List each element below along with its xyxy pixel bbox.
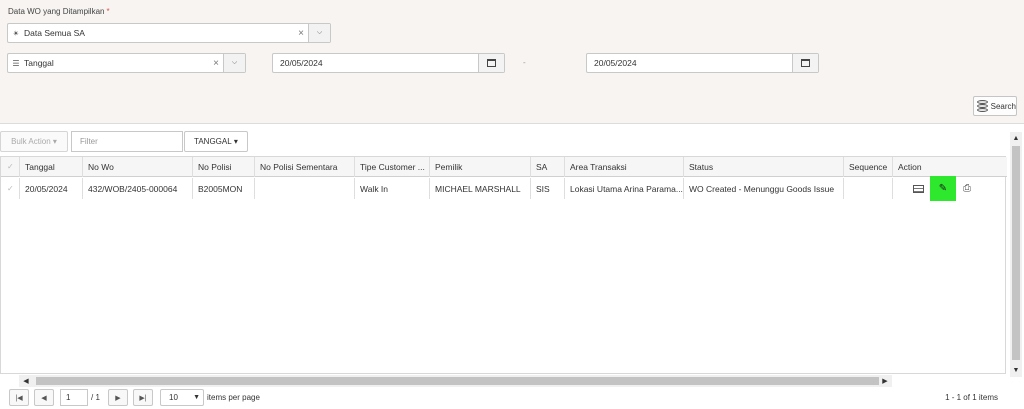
check-icon: ✓ (7, 162, 14, 171)
page-size-value: 10 (169, 393, 178, 402)
prev-page-button[interactable]: ◀ (34, 389, 54, 406)
select-all-checkbox[interactable]: ✓ (1, 157, 20, 177)
date-field-dropdown[interactable]: TANGGAL ▾ (184, 131, 248, 152)
cell-pemilik: MICHAEL MARSHALL (430, 178, 531, 199)
first-page-button[interactable]: |◀ (9, 389, 29, 406)
date-to-value[interactable]: 20/05/2024 (587, 58, 792, 68)
clear-icon[interactable]: × (294, 28, 308, 39)
calendar-icon (487, 59, 496, 67)
clear-icon[interactable]: × (209, 58, 223, 69)
column-header-no-polisi-sementara[interactable]: No Polisi Sementara (255, 157, 355, 177)
page-size-select[interactable]: 10 ▼ (160, 389, 204, 406)
first-page-icon: |◀ (15, 394, 23, 402)
column-header-tanggal[interactable]: Tanggal (20, 157, 83, 177)
work-order-grid: ✓ Tanggal No Wo No Polisi No Polisi Seme… (0, 156, 1007, 374)
total-pages-label: / 1 (91, 393, 100, 402)
pager-info: 1 - 1 of 1 items (945, 393, 998, 402)
cell-tanggal: 20/05/2024 (20, 178, 83, 199)
table-icon (912, 184, 924, 193)
horizontal-scroll-thumb[interactable] (36, 377, 879, 385)
date-to-field[interactable]: 20/05/2024 (586, 53, 819, 73)
filter-input[interactable]: Filter (71, 131, 183, 152)
scroll-left-icon[interactable]: ◀ (19, 375, 33, 387)
column-header-area-transaksi[interactable]: Area Transaksi (565, 157, 684, 177)
column-header-no-polisi[interactable]: No Polisi (193, 157, 255, 177)
calendar-button[interactable] (478, 54, 504, 72)
column-header-no-wo[interactable]: No Wo (83, 157, 193, 177)
vertical-scrollbar[interactable]: ▲ ▼ (1010, 132, 1022, 377)
data-wo-label: Data WO yang Ditampilkan * (8, 7, 110, 16)
column-header-sa[interactable]: SA (531, 157, 565, 177)
cell-tipe-customer: Walk In (355, 178, 430, 199)
bulk-action-button[interactable]: Bulk Action ▾ (0, 131, 68, 152)
view-detail-button[interactable] (905, 178, 931, 199)
date-separator: - (523, 58, 526, 67)
cell-sequence (844, 178, 893, 199)
page-number-input[interactable]: 1 (60, 389, 88, 406)
chevron-down-icon[interactable]: ⌵ (308, 24, 330, 42)
caret-down-icon: ▾ (52, 137, 57, 146)
edit-button[interactable]: ✎ (930, 176, 956, 201)
column-header-sequence[interactable]: Sequence (844, 157, 893, 177)
items-per-page-label: items per page (207, 393, 260, 402)
horizontal-scrollbar[interactable]: ◀ ▶ (19, 375, 892, 387)
grid-header: ✓ Tanggal No Wo No Polisi No Polisi Seme… (1, 157, 1007, 177)
cell-status: WO Created - Menunggu Goods Issue (684, 178, 844, 199)
printer-icon: ⎙ (963, 183, 971, 194)
cell-no-wo: 432/WOB/2405-000064 (83, 178, 193, 199)
vertical-scroll-thumb[interactable] (1012, 146, 1020, 360)
next-page-button[interactable]: ▶ (108, 389, 128, 406)
data-scope-value: Data Semua SA (24, 28, 85, 38)
cell-no-polisi-sementara (255, 178, 355, 199)
calendar-button[interactable] (792, 54, 818, 72)
cell-area-transaksi: Lokasi Utama Arina Parama... (565, 178, 684, 199)
bulk-action-label: Bulk Action (11, 137, 51, 146)
search-button[interactable]: Search (973, 96, 1017, 116)
search-button-label: Search (990, 101, 1016, 111)
list-icon: ☰ (12, 58, 20, 68)
data-wo-label-text: Data WO yang Ditampilkan (8, 7, 105, 16)
pencil-icon: ✎ (938, 183, 948, 194)
date-field-label: TANGGAL (194, 137, 232, 146)
column-header-action: Action (898, 162, 922, 172)
pager: |◀ ◀ 1 / 1 ▶ ▶| 10 ▼ items per page 1 - … (0, 389, 1006, 409)
scroll-down-icon[interactable]: ▼ (1010, 364, 1022, 376)
user-icon: ✴ (12, 28, 20, 38)
caret-down-icon: ▾ (233, 137, 238, 146)
prev-page-icon: ◀ (41, 394, 47, 402)
column-header-tipe-customer[interactable]: Tipe Customer ... (355, 157, 430, 177)
date-type-select[interactable]: ☰ Tanggal × ⌵ (7, 53, 246, 73)
filter-placeholder: Filter (80, 137, 98, 146)
chevron-down-icon[interactable]: ⌵ (223, 54, 245, 72)
next-page-icon: ▶ (115, 394, 121, 402)
date-type-value: Tanggal (24, 58, 54, 68)
column-header-status[interactable]: Status (684, 157, 844, 177)
cell-no-polisi: B2005MON (193, 178, 255, 199)
scroll-up-icon[interactable]: ▲ (1010, 132, 1022, 144)
scroll-right-icon[interactable]: ▶ (878, 375, 892, 387)
chevron-down-icon: ▼ (193, 394, 200, 401)
cell-action: ✎ ⎙ (893, 176, 1007, 201)
filter-panel: Data WO yang Ditampilkan * ✴ Data Semua S… (0, 0, 1024, 124)
required-mark: * (106, 7, 110, 16)
date-from-field[interactable]: 20/05/2024 (272, 53, 505, 73)
table-row[interactable]: ✓ 20/05/2024 432/WOB/2405-000064 B2005MO… (1, 176, 1007, 201)
last-page-button[interactable]: ▶| (133, 389, 153, 406)
column-header-pemilik[interactable]: Pemilik (430, 157, 531, 177)
row-checkbox[interactable]: ✓ (1, 178, 20, 199)
print-button[interactable]: ⎙ (954, 178, 980, 199)
calendar-icon (801, 59, 810, 67)
cell-sa: SIS (531, 178, 565, 199)
date-from-value[interactable]: 20/05/2024 (273, 58, 478, 68)
database-icon (976, 99, 990, 113)
data-scope-select[interactable]: ✴ Data Semua SA × ⌵ (7, 23, 331, 43)
check-icon: ✓ (7, 183, 14, 193)
last-page-icon: ▶| (139, 394, 147, 402)
grid-toolbar: Bulk Action ▾ Filter TANGGAL ▾ (0, 131, 1010, 153)
